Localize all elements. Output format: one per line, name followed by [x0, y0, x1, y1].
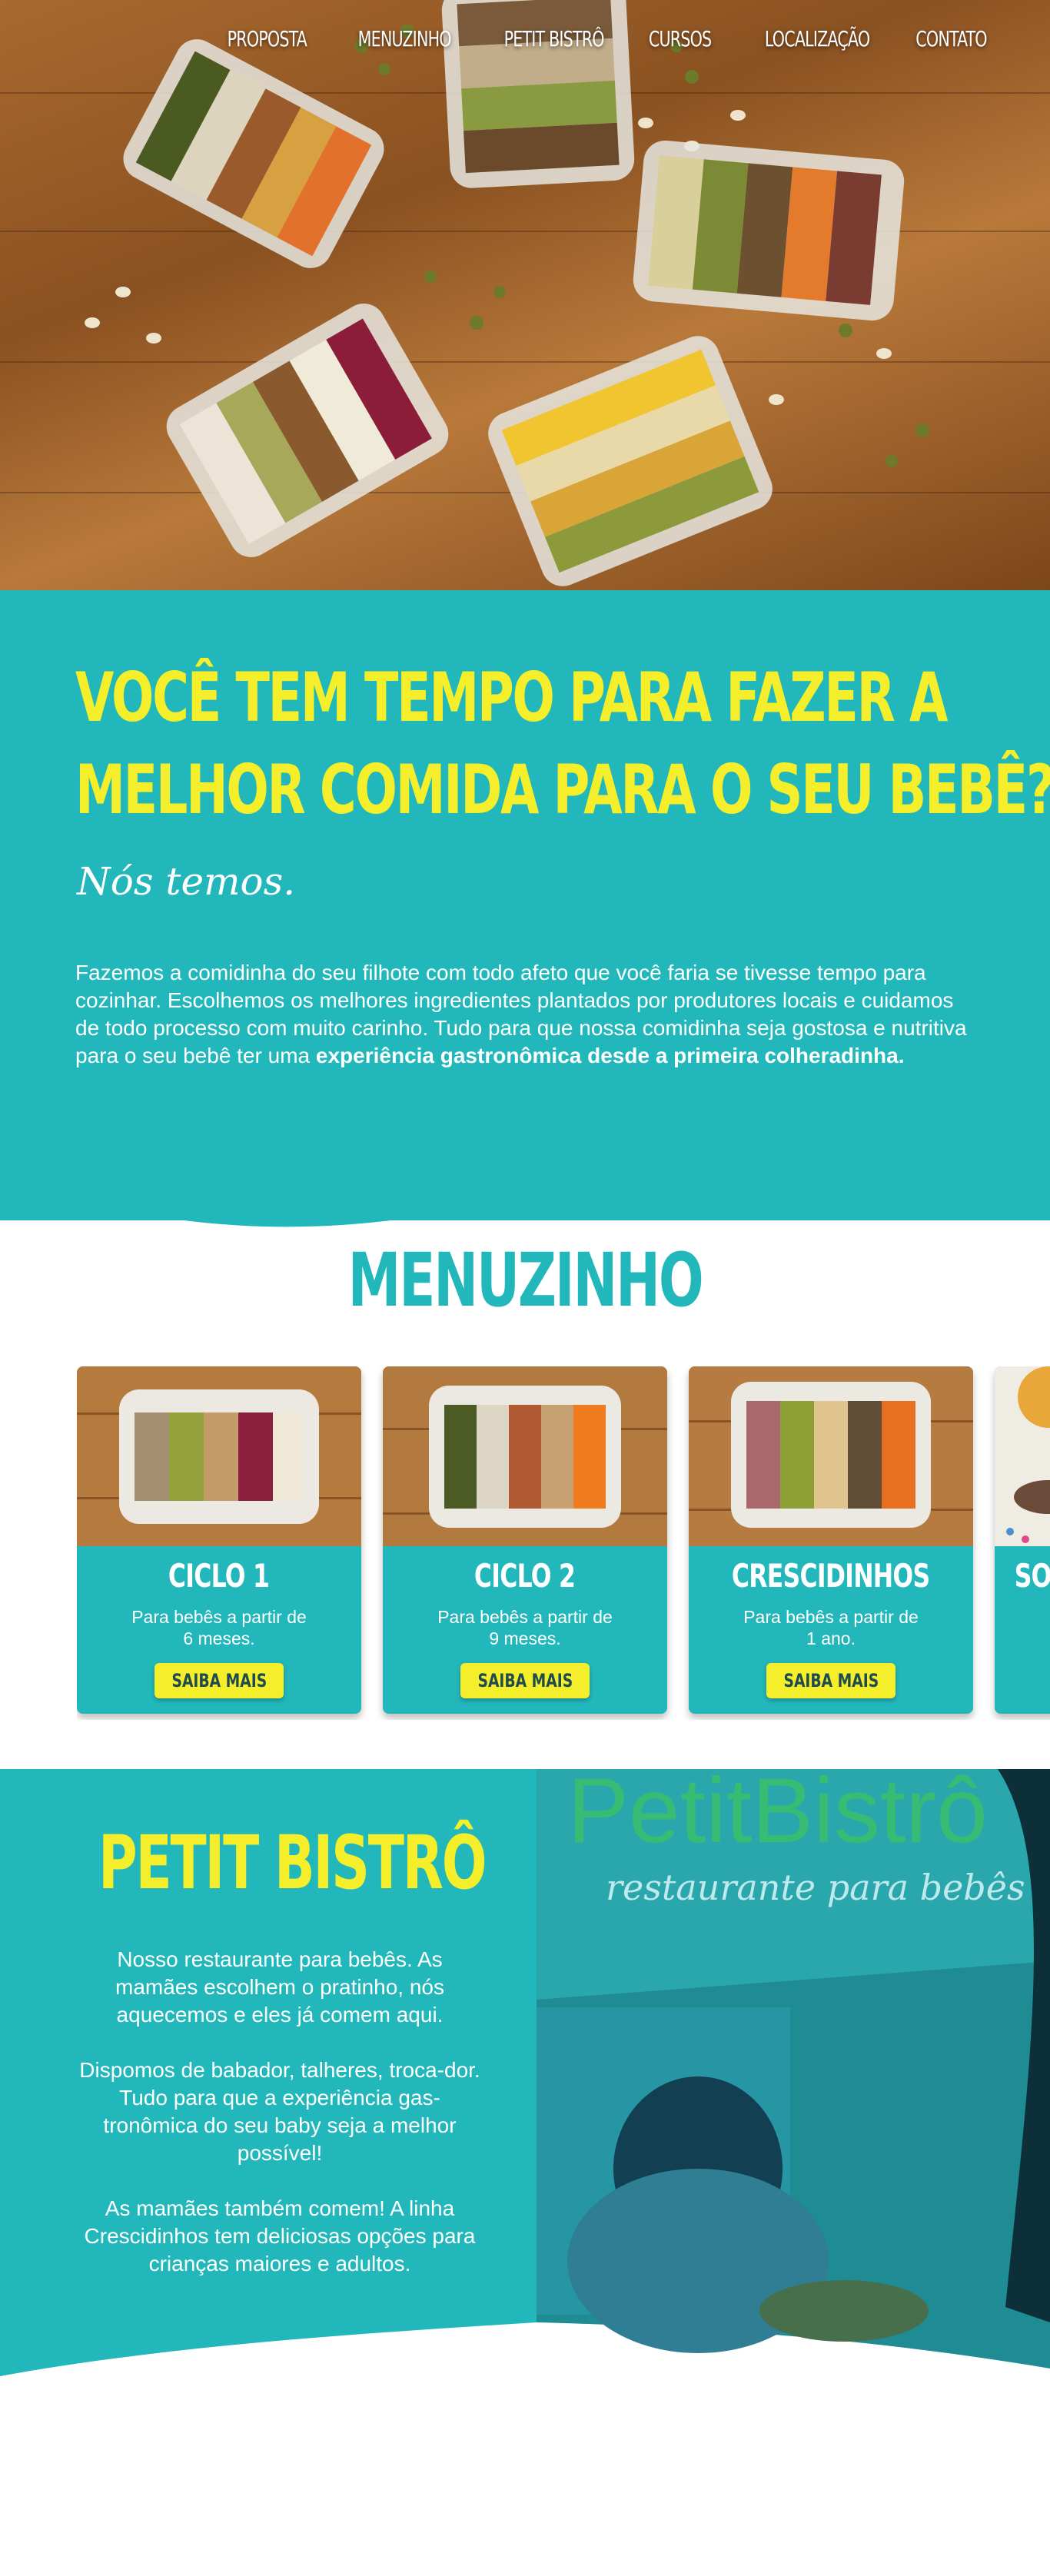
nav-item-proposta[interactable]: PROPOSTA	[228, 26, 307, 51]
bistro-sign-logo: PetitBistrô	[567, 1769, 988, 1862]
ciclo-1-photo	[77, 1366, 361, 1546]
saiba-mais-button[interactable]: SAIBA MAIS	[460, 1663, 590, 1698]
menu-carousel[interactable]: CICLO 1 Para bebês a partir de 6 meses. S…	[77, 1366, 1050, 1720]
headline-line-1: VOCÊ TEM TEMPO PARA FAZER A	[75, 658, 948, 737]
bistro-title: PETIT BISTRÔ	[98, 1820, 487, 1906]
menu-card-sopas[interactable]: SOP	[995, 1366, 1050, 1714]
menu-card-crescidinhos[interactable]: CRESCIDINHOS Para bebês a partir de 1 ano…	[689, 1366, 973, 1714]
nav-item-cursos[interactable]: CURSOS	[649, 26, 712, 51]
intro-headline: VOCÊ TEM TEMPO PARA FAZER A MELHOR COMID…	[75, 652, 1050, 836]
hero-food-photo	[85, 0, 929, 586]
menu-card-ciclo-1[interactable]: CICLO 1 Para bebês a partir de 6 meses. S…	[77, 1366, 361, 1714]
headline-line-2: MELHOR COMIDA PARA O SEU BEBÊ?	[75, 750, 1050, 829]
card-description: Para bebês a partir de 9 meses.	[437, 1607, 613, 1648]
intro-paragraph-highlight: experiência gastronômica desde a primeir…	[315, 1044, 905, 1067]
bistro-paragraph-1: Nosso restaurante para bebês. As mamães …	[115, 1947, 444, 2027]
menu-card-ciclo-2[interactable]: CICLO 2 Para bebês a partir de 9 meses. S…	[383, 1366, 667, 1714]
crescidinhos-photo	[689, 1366, 973, 1546]
bistro-paragraph-2: Dispomos de babador, talheres, troca-dor…	[79, 2058, 480, 2165]
wave-divider	[0, 1153, 1050, 1227]
hero-banner: PROPOSTA MENUZINHO PETIT BISTRÔ CURSOS L…	[0, 0, 1050, 590]
bistro-sign-subtitle: restaurante para bebês	[606, 1867, 1025, 1908]
nav-item-menuzinho[interactable]: MENUZINHO	[358, 26, 452, 51]
nav-item-localizacao[interactable]: LOCALIZAÇÃO	[765, 26, 870, 51]
bistro-paragraph-3: As mamães também comem! A linha Crescidi…	[84, 2196, 476, 2276]
saiba-mais-button[interactable]: SAIBA MAIS	[766, 1663, 895, 1698]
bistro-description: Nosso restaurante para bebês. As mamães …	[74, 1946, 486, 2305]
bistro-restaurant-photo: PetitBistrô restaurante para bebês	[537, 1769, 1050, 2369]
nav-item-petit-bistro[interactable]: PETIT BISTRÔ	[503, 26, 604, 51]
ciclo-2-photo	[383, 1366, 667, 1546]
intro-tagline: Nós temos.	[77, 859, 296, 904]
menu-section-title: MENUZINHO	[347, 1237, 704, 1323]
card-title: CRESCIDINHOS	[732, 1557, 930, 1595]
main-nav: PROPOSTA MENUZINHO PETIT BISTRÔ CURSOS L…	[210, 26, 988, 51]
card-description: Para bebês a partir de 1 ano.	[743, 1607, 919, 1648]
saiba-mais-button[interactable]: SAIBA MAIS	[155, 1663, 284, 1698]
card-title: SOP	[1014, 1557, 1050, 1595]
card-title: CICLO 2	[474, 1557, 576, 1595]
intro-paragraph: Fazemos a comidinha do seu filhote com t…	[75, 959, 975, 1070]
sopas-photo	[995, 1366, 1050, 1546]
nav-item-contato[interactable]: CONTATO	[916, 26, 988, 51]
card-description: Para bebês a partir de 6 meses.	[131, 1607, 307, 1648]
card-title: CICLO 1	[168, 1557, 270, 1595]
